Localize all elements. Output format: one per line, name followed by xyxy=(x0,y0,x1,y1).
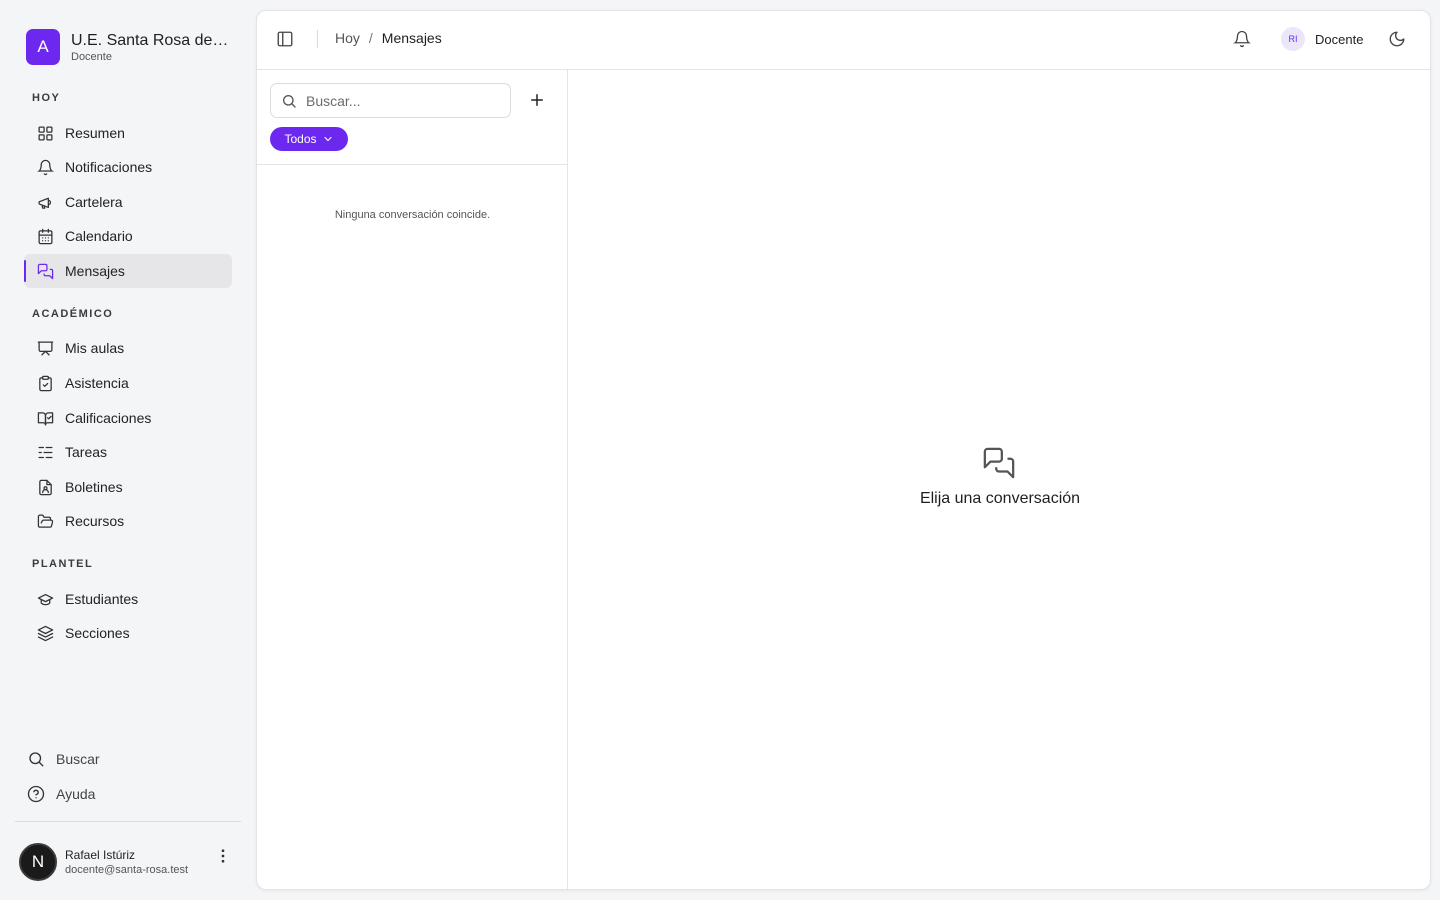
sidebar-item-mis-aulas[interactable]: Mis aulas xyxy=(24,331,232,365)
chevron-down-icon xyxy=(323,136,332,142)
breadcrumb-parent[interactable]: Hoy xyxy=(335,30,360,46)
conversation-list-pane: Todos Ninguna conversación coincide. xyxy=(257,70,568,889)
sidebar-item-calendario[interactable]: Calendario xyxy=(24,219,232,253)
sidebar-item-label: Resumen xyxy=(65,125,125,141)
messages-icon xyxy=(37,263,54,279)
avatar: N xyxy=(19,843,57,881)
brand-role: Docente xyxy=(71,50,112,63)
sidebar-item-estudiantes[interactable]: Estudiantes xyxy=(24,582,232,616)
megaphone-icon xyxy=(38,197,52,209)
list-divider xyxy=(257,164,568,165)
search-icon xyxy=(29,752,44,767)
sidebar-item-label: Secciones xyxy=(65,625,130,641)
brand-logo: A xyxy=(26,29,60,65)
more-vertical-icon[interactable] xyxy=(214,847,232,865)
user-profile[interactable]: N Rafael Istúriz docente@santa-rosa.test xyxy=(19,843,188,881)
sidebar-help-button[interactable]: Ayuda xyxy=(27,781,95,807)
sidebar-item-tareas[interactable]: Tareas xyxy=(24,435,232,469)
moon-icon[interactable] xyxy=(1388,30,1406,48)
sidebar-search-label: Buscar xyxy=(56,751,100,767)
messages-icon xyxy=(983,447,1015,479)
empty-state-message: Elija una conversación xyxy=(919,490,1081,507)
sidebar-item-label: Tareas xyxy=(65,444,108,460)
sidebar-toggle-icon[interactable] xyxy=(276,30,294,48)
sidebar-item-cartelera[interactable]: Cartelera xyxy=(24,185,232,219)
filter-label: Todos xyxy=(284,132,317,146)
search-input[interactable] xyxy=(306,92,496,109)
sidebar-item-label: Mensajes xyxy=(65,263,125,279)
sidebar-item-label: Recursos xyxy=(65,513,125,529)
sidebar-item-notificaciones[interactable]: Notificaciones xyxy=(24,150,232,184)
section-label-academico: ACADÉMICO xyxy=(32,308,114,320)
topbar-separator xyxy=(317,30,318,48)
sidebar-item-label: Mis aulas xyxy=(65,340,125,356)
brand-name: U.E. Santa Rosa de Li... xyxy=(71,31,231,49)
profile-name: Docente xyxy=(1315,31,1364,47)
presentation-icon xyxy=(37,340,54,356)
avatar: RI xyxy=(1281,27,1305,51)
sidebar-item-boletines[interactable]: Boletines xyxy=(24,470,232,504)
sidebar-item-label: Asistencia xyxy=(65,375,129,391)
section-label-plantel: PLANTEL xyxy=(32,558,94,570)
sidebar-item-calificaciones[interactable]: Calificaciones xyxy=(24,401,232,435)
topbar: Hoy / Mensajes RI Docente xyxy=(257,11,1430,70)
file-user-icon xyxy=(39,479,52,495)
graduation-cap-icon xyxy=(37,593,54,605)
list-check-icon xyxy=(38,446,53,458)
sidebar-item-label: Estudiantes xyxy=(65,591,139,607)
layers-icon xyxy=(37,625,54,641)
breadcrumb-current: Mensajes xyxy=(381,30,442,46)
clipboard-check-icon xyxy=(39,375,52,391)
sidebar: A U.E. Santa Rosa de Li... Docente HOY R… xyxy=(0,0,256,900)
conversation-search[interactable] xyxy=(270,83,511,118)
sidebar-item-label: Notificaciones xyxy=(65,159,153,175)
sidebar-help-label: Ayuda xyxy=(56,786,96,802)
sidebar-item-mensajes[interactable]: Mensajes xyxy=(24,254,232,288)
filter-dropdown[interactable]: Todos xyxy=(270,127,348,151)
sidebar-item-label: Boletines xyxy=(65,479,123,495)
folder-open-icon xyxy=(37,513,54,528)
help-circle-icon xyxy=(27,785,45,803)
sidebar-item-resumen[interactable]: Resumen xyxy=(24,116,232,150)
search-icon xyxy=(283,94,296,108)
user-name: Rafael Istúriz xyxy=(65,847,136,862)
sidebar-item-secciones[interactable]: Secciones xyxy=(24,616,232,650)
breadcrumb-separator: / xyxy=(368,30,373,46)
sidebar-item-label: Calificaciones xyxy=(65,410,152,426)
sidebar-item-label: Cartelera xyxy=(65,194,123,210)
sidebar-divider xyxy=(15,821,241,822)
conversation-detail: Elija una conversación xyxy=(568,70,1430,889)
brand[interactable]: A U.E. Santa Rosa de Li... Docente xyxy=(26,29,231,65)
calendar-icon xyxy=(38,228,53,244)
sidebar-item-recursos[interactable]: Recursos xyxy=(24,504,232,538)
profile-menu[interactable]: RI Docente xyxy=(1281,27,1363,51)
grid-icon xyxy=(38,125,53,141)
main-panel: Hoy / Mensajes RI Docente Todos Ninguna … xyxy=(256,10,1431,890)
bell-icon[interactable] xyxy=(1233,30,1251,48)
sidebar-item-asistencia[interactable]: Asistencia xyxy=(24,366,232,400)
empty-list-message: Ninguna conversación coincide. xyxy=(334,209,491,221)
user-email: docente@santa-rosa.test xyxy=(65,863,189,876)
sidebar-search-button[interactable]: Buscar xyxy=(27,746,100,772)
new-conversation-icon[interactable] xyxy=(528,91,546,109)
section-label-hoy: HOY xyxy=(32,92,61,104)
book-check-icon xyxy=(37,411,54,426)
sidebar-item-label: Calendario xyxy=(65,228,133,244)
breadcrumb: Hoy / Mensajes xyxy=(335,30,442,46)
bell-icon xyxy=(37,159,54,175)
